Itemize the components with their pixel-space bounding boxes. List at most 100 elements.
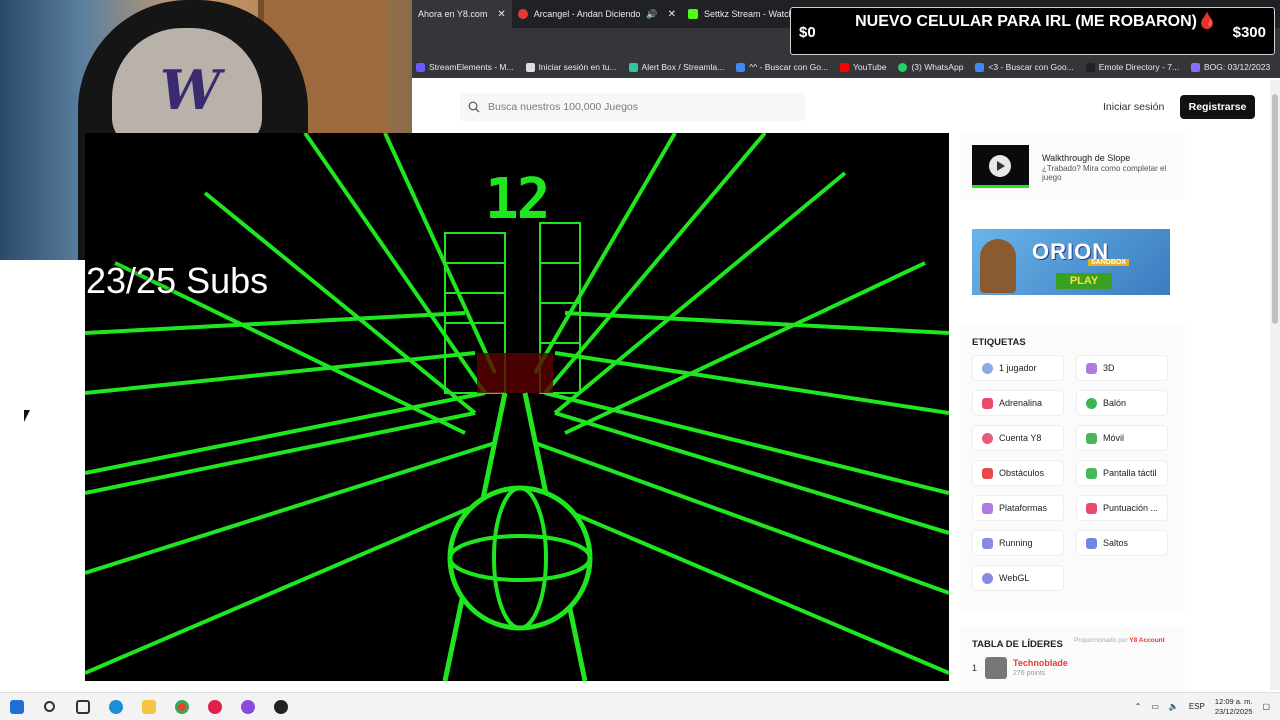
tag-plataformas[interactable]: Plataformas [972,495,1064,521]
login-link[interactable]: Iniciar sesión [1103,101,1164,113]
orion-sandbox-ad[interactable]: ORION SANDBOX PLAY [972,229,1170,295]
touch-icon [1086,467,1097,479]
register-button[interactable]: Registrarse [1180,95,1255,119]
whatsapp-icon [898,62,908,72]
google-icon [736,62,746,72]
bookmark-bog[interactable]: BOG: 03/12/2023 [1191,62,1270,72]
scrollbar-thumb[interactable] [1272,94,1278,324]
bookmark-icon [416,62,425,72]
tag-movil[interactable]: Móvil [1076,425,1168,451]
leaderboard-player-name[interactable]: Technoblade [1013,658,1068,668]
play-icon [989,155,1011,177]
walkthrough-title: Walkthrough de Slope [1042,153,1131,163]
game-score: 12 [485,167,550,232]
tag-balon[interactable]: Balón [1076,390,1168,416]
start-button[interactable] [0,693,33,720]
leaderboard-rank: 1 [972,663,978,673]
webgl-icon [982,572,993,584]
search-input[interactable]: Busca nuestros 100,000 Juegos [460,93,805,121]
app-icon [273,699,288,714]
game-sidebar: Walkthrough de Slope ¿Trabado? Mira como… [960,133,1185,691]
tag-1-jugador[interactable]: 1 jugador [972,355,1064,381]
system-tray: ⌃ ▭ 🔈 ESP 12:09 a. m. 23/12/2025 ▢ [1135,697,1280,717]
search-placeholder: Busca nuestros 100,000 Juegos [488,101,639,113]
tag-3d[interactable]: 3D [1076,355,1168,381]
tag-running[interactable]: Running [972,530,1064,556]
chrome-button[interactable] [165,693,198,720]
bookmark-youtube[interactable]: YouTube [840,62,886,72]
person-icon [982,362,993,374]
bookmark-whatsapp[interactable]: (3) WhatsApp [898,62,963,72]
jump-icon [1086,537,1097,549]
task-view-button[interactable] [66,693,99,720]
folder-icon [141,699,156,714]
tab-label: Ahora en Y8.com [418,9,488,19]
goal-target-amount: $300 [1232,24,1266,41]
google-icon [975,62,985,72]
bookmark-streamelements[interactable]: StreamElements - M... [416,62,514,72]
task-view-icon [75,699,90,714]
clock[interactable]: 12:09 a. m. 23/12/2025 [1215,697,1253,717]
walkthrough-subtitle: ¿Trabado? Mira como completar el juego [1042,164,1167,182]
ad-subtitle: SANDBOX [1088,259,1130,266]
tag-cuenta-y8[interactable]: Cuenta Y8 [972,425,1064,451]
search-icon [44,701,55,712]
windows-icon [9,699,24,714]
phone-icon [1086,432,1097,444]
search-button[interactable] [33,693,66,720]
cap-logo-icon: W [160,58,221,122]
leaderboard-powered-by: Proporcionado por Y8 Account [1074,637,1165,644]
bookmark-icon [525,62,535,72]
close-icon[interactable]: ✕ [497,9,505,20]
tags-panel: ETIQUETAS 1 jugador 3D Adrenalina Balón … [960,325,1185,611]
bookmark-google-search-2[interactable]: <3 - Buscar con Goo... [975,62,1074,72]
app-purple-button[interactable] [231,693,264,720]
language-indicator[interactable]: ESP [1189,702,1205,711]
leaderboard-title: TABLA DE LÍDERES [972,639,1063,650]
obs-button[interactable] [198,693,231,720]
tab-y8[interactable]: Ahora en Y8.com ✕ [412,0,512,28]
user-icon [982,432,993,444]
ball-icon [1086,397,1097,409]
youtube-icon [840,62,850,72]
cube-icon [1086,362,1097,374]
bookmark-icon [1191,62,1201,72]
tag-adrenalina[interactable]: Adrenalina [972,390,1064,416]
ad-play-button[interactable]: PLAY [1056,273,1112,289]
page-scrollbar[interactable] [1270,80,1280,690]
youtube-icon [517,9,528,19]
bookmark-login[interactable]: Iniciar sesión en tu... [525,62,617,72]
avatar[interactable] [985,657,1007,679]
network-icon[interactable]: ▭ [1151,702,1159,711]
ad-character [980,239,1016,293]
bookmark-alertbox[interactable]: Alert Box / Streamla... [628,62,724,72]
tab-youtube[interactable]: Arcangel - Andan Diciendo 🔊 ✕ [512,0,682,28]
tab-label: Arcangel - Andan Diciendo [533,9,641,19]
windows-taskbar: ⌃ ▭ 🔈 ESP 12:09 a. m. 23/12/2025 ▢ [0,692,1280,720]
tag-puntuacion[interactable]: Puntuación ... [1076,495,1168,521]
walkthrough-thumbnail [972,145,1029,188]
file-explorer-button[interactable] [132,693,165,720]
app-dark-button[interactable] [264,693,297,720]
tag-pantalla-tactil[interactable]: Pantalla táctil [1076,460,1168,486]
walkthrough-card[interactable]: Walkthrough de Slope ¿Trabado? Mira como… [960,133,1185,199]
kick-icon [687,9,698,19]
goal-title: NUEVO CELULAR PARA IRL (ME ROBARON)🩸 [855,13,1217,30]
tag-saltos[interactable]: Saltos [1076,530,1168,556]
bookmark-google-search[interactable]: ^^ - Buscar con Go... [736,62,828,72]
tag-obstaculos[interactable]: Obstáculos [972,460,1064,486]
app-icon [207,699,222,714]
leaderboard-panel: TABLA DE LÍDERES Proporcionado por Y8 Ac… [960,627,1185,691]
chevron-up-icon[interactable]: ⌃ [1135,702,1142,711]
close-icon[interactable]: ✕ [668,9,676,20]
platform-icon [982,502,993,514]
clock-date: 23/12/2025 [1214,706,1253,716]
edge-button[interactable] [99,693,132,720]
bookmark-emote-directory[interactable]: Emote Directory - 7... [1085,62,1179,72]
tag-webgl[interactable]: WebGL [972,565,1064,591]
speaker-icon[interactable]: 🔊 [646,9,657,20]
game-canvas[interactable]: 12 [85,133,949,681]
bookmarks-bar: StreamElements - M... Iniciar sesión en … [412,56,1280,78]
notification-icon[interactable]: ▢ [1262,702,1270,711]
volume-icon[interactable]: 🔈 [1169,702,1179,711]
